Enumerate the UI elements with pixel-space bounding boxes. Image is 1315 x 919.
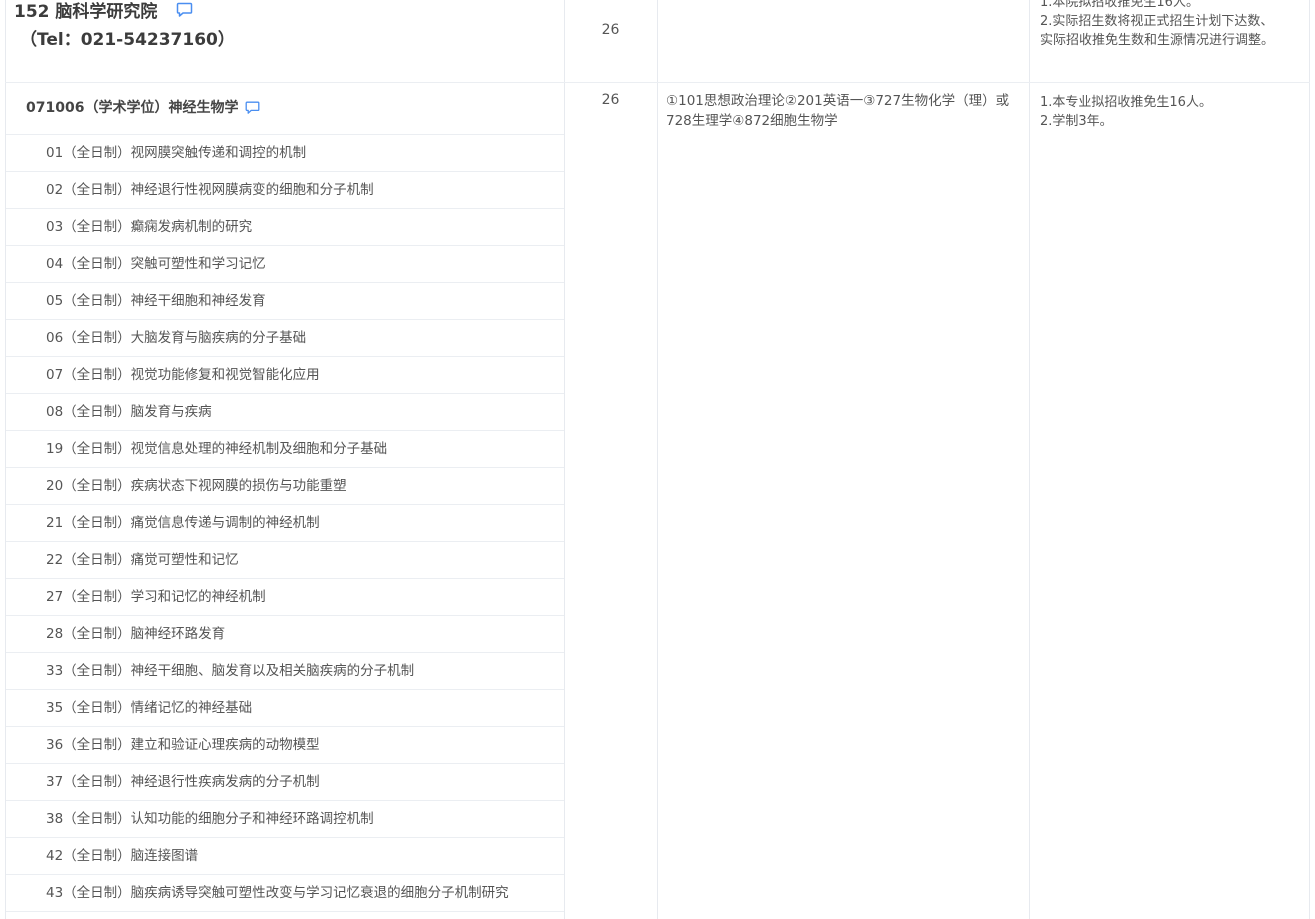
direction-label: 08（全日制）脑发育与疾病 (46, 404, 212, 420)
direction-label: 06（全日制）大脑发育与脑疾病的分子基础 (46, 330, 307, 346)
comment-icon[interactable] (176, 2, 193, 22)
direction-label: 20（全日制）疾病状态下视网膜的损伤与功能重塑 (46, 478, 347, 494)
direction-row[interactable]: 22（全日制）痛觉可塑性和记忆 (6, 541, 564, 578)
direction-row[interactable]: 06（全日制）大脑发育与脑疾病的分子基础 (6, 319, 564, 356)
major-title: 071006（学术学位）神经生物学 (26, 100, 239, 116)
direction-row[interactable]: 35（全日制）情绪记忆的神经基础 (6, 689, 564, 726)
department-note-line: 实际招收推免生数和生源情况进行调整。 (1040, 33, 1275, 48)
direction-label: 04（全日制）突触可塑性和学习记忆 (46, 256, 266, 272)
direction-label: 02（全日制）神经退行性视网膜病变的细胞和分子机制 (46, 182, 374, 198)
direction-label: 33（全日制）神经干细胞、脑发育以及相关脑疾病的分子机制 (46, 663, 415, 679)
comment-icon[interactable] (245, 100, 260, 119)
direction-row[interactable]: 08（全日制）脑发育与疾病 (6, 393, 564, 430)
direction-label: 07（全日制）视觉功能修复和视觉智能化应用 (46, 367, 320, 383)
table-right-border (1309, 0, 1310, 919)
direction-row[interactable]: 19（全日制）视觉信息处理的神经机制及细胞和分子基础 (6, 430, 564, 467)
direction-label: 27（全日制）学习和记忆的神经机制 (46, 589, 266, 605)
column-divider (564, 0, 565, 919)
direction-label: 22（全日制）痛觉可塑性和记忆 (46, 552, 239, 568)
direction-row[interactable]: 07（全日制）视觉功能修复和视觉智能化应用 (6, 356, 564, 393)
direction-row[interactable]: 33（全日制）神经干细胞、脑发育以及相关脑疾病的分子机制 (6, 652, 564, 689)
enrollment-catalog-table: 152 脑科学研究院 （Tel：021-54237160） 26 1.本院拟招收… (0, 0, 1315, 919)
department-phone: （Tel：021-54237160） (20, 30, 235, 50)
major-note-line: 1.本专业拟招收推免生16人。 (1040, 95, 1212, 110)
direction-label: 37（全日制）神经退行性疾病发病的分子机制 (46, 774, 320, 790)
direction-row[interactable]: 20（全日制）疾病状态下视网膜的损伤与功能重塑 (6, 467, 564, 504)
department-note-line: 2.实际招生数将视正式招生计划下达数、 (1040, 14, 1274, 29)
department-plan-count: 26 (601, 22, 620, 38)
direction-row[interactable]: 43（全日制）脑疾病诱导突触可塑性改变与学习记忆衰退的细胞分子机制研究 (6, 874, 564, 911)
direction-row[interactable]: 05（全日制）神经干细胞和神经发育 (6, 282, 564, 319)
column-divider (657, 0, 658, 919)
direction-label: 19（全日制）视觉信息处理的神经机制及细胞和分子基础 (46, 441, 388, 457)
direction-row[interactable]: 03（全日制）癫痫发病机制的研究 (6, 208, 564, 245)
major-note-line: 2.学制3年。 (1040, 114, 1113, 129)
department-notes: 1.本院拟招收推免生16人。 2.实际招生数将视正式招生计划下达数、 实际招收推… (1040, 0, 1310, 50)
direction-label: 35（全日制）情绪记忆的神经基础 (46, 700, 253, 716)
direction-row[interactable]: 01（全日制）视网膜突触传递和调控的机制 (6, 134, 564, 171)
direction-label: 28（全日制）脑神经环路发育 (46, 626, 226, 642)
direction-row[interactable]: 21（全日制）痛觉信息传递与调制的神经机制 (6, 504, 564, 541)
exam-subjects: ①101思想政治理论②201英语一③727生物化学（理）或728生理学④872细… (666, 93, 1010, 129)
direction-row[interactable]: 28（全日制）脑神经环路发育 (6, 615, 564, 652)
major-notes: 1.本专业拟招收推免生16人。 2.学制3年。 (1040, 93, 1310, 131)
direction-label: 42（全日制）脑连接图谱 (46, 848, 199, 864)
department-name: 152 脑科学研究院 (14, 2, 158, 22)
direction-label: 38（全日制）认知功能的细胞分子和神经环路调控机制 (46, 811, 374, 827)
direction-label: 05（全日制）神经干细胞和神经发育 (46, 293, 266, 309)
direction-row[interactable]: 37（全日制）神经退行性疾病发病的分子机制 (6, 763, 564, 800)
major-plan-count: 26 (601, 92, 620, 108)
direction-row[interactable]: 02（全日制）神经退行性视网膜病变的细胞和分子机制 (6, 171, 564, 208)
direction-row[interactable]: 04（全日制）突触可塑性和学习记忆 (6, 245, 564, 282)
direction-label: 43（全日制）脑疾病诱导突触可塑性改变与学习记忆衰退的细胞分子机制研究 (46, 885, 509, 901)
direction-label: 03（全日制）癫痫发病机制的研究 (46, 219, 253, 235)
direction-label: 21（全日制）痛觉信息传递与调制的神经机制 (46, 515, 320, 531)
department-note-line: 1.本院拟招收推免生16人。 (1040, 0, 1199, 10)
direction-row[interactable]: 36（全日制）建立和验证心理疾病的动物模型 (6, 726, 564, 763)
direction-row[interactable]: 38（全日制）认知功能的细胞分子和神经环路调控机制 (6, 800, 564, 837)
column-divider (1029, 0, 1030, 919)
row-divider (6, 911, 564, 912)
row-divider (5, 82, 1310, 83)
direction-label: 36（全日制）建立和验证心理疾病的动物模型 (46, 737, 320, 753)
direction-label: 01（全日制）视网膜突触传递和调控的机制 (46, 145, 307, 161)
direction-row[interactable]: 42（全日制）脑连接图谱 (6, 837, 564, 874)
direction-row[interactable]: 27（全日制）学习和记忆的神经机制 (6, 578, 564, 615)
